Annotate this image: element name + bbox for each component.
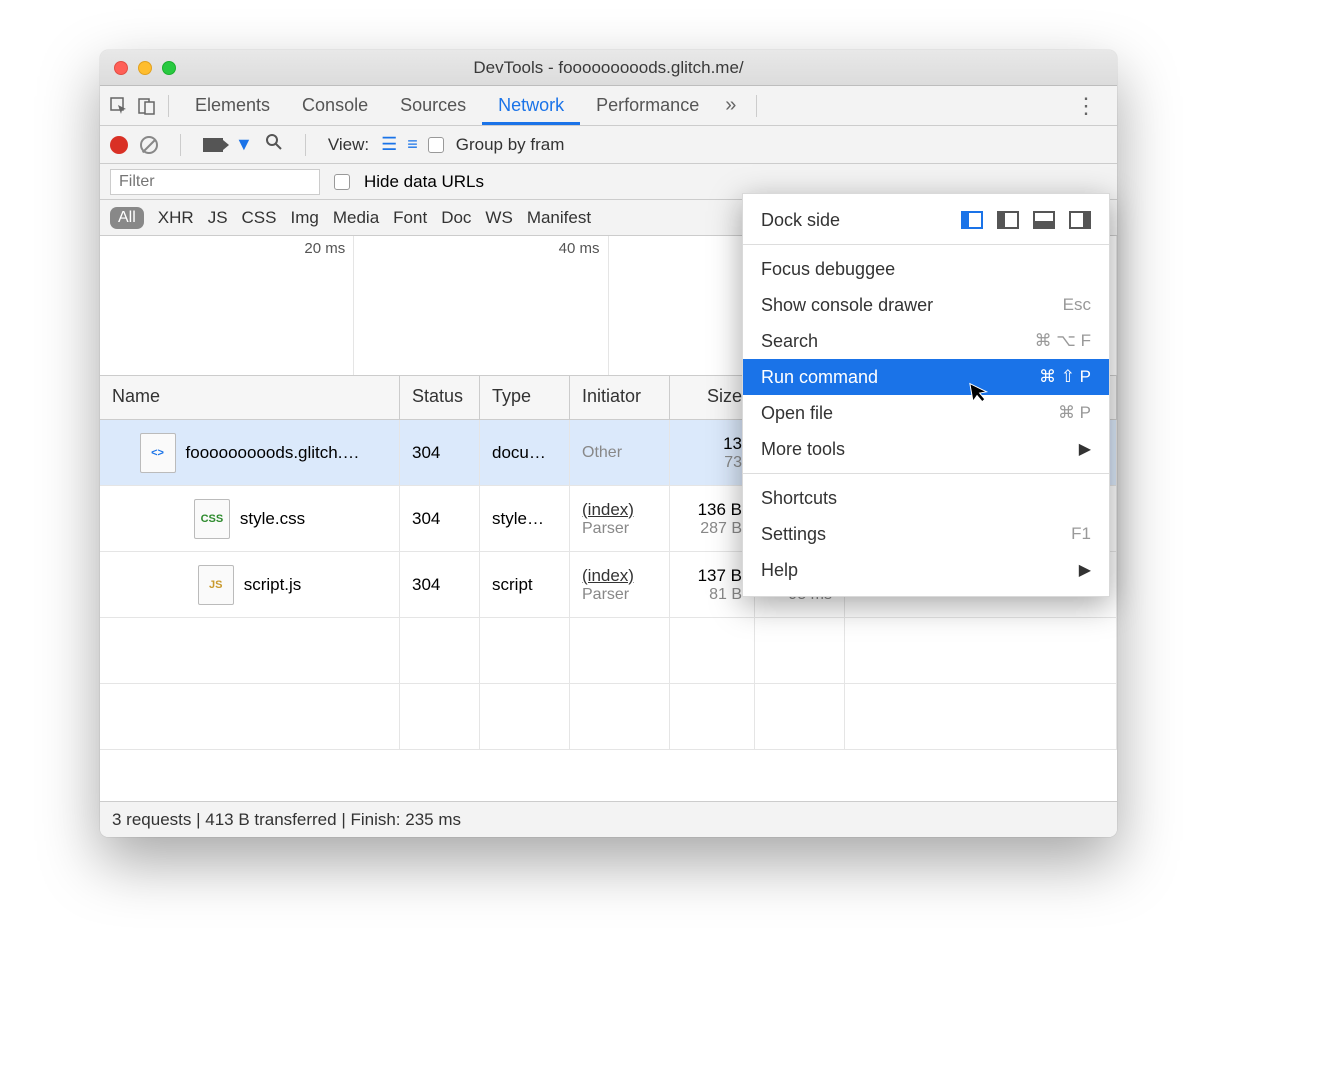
filter-css[interactable]: CSS: [242, 208, 277, 228]
hide-data-urls-checkbox[interactable]: [334, 174, 350, 190]
request-initiator-sub: Parser: [582, 586, 657, 604]
kebab-menu-button[interactable]: ⋮: [1063, 93, 1109, 119]
titlebar: DevTools - fooooooooods.glitch.me/: [100, 50, 1117, 86]
request-initiator-link[interactable]: (index): [582, 566, 657, 586]
filter-all[interactable]: All: [110, 207, 144, 229]
document-icon: <>: [140, 433, 176, 473]
separator: [180, 134, 181, 156]
group-by-frame-checkbox[interactable]: [428, 137, 444, 153]
device-toolbar-icon[interactable]: [136, 95, 158, 117]
group-by-frame-label: Group by fram: [456, 135, 565, 155]
request-type: style…: [480, 486, 570, 551]
tab-console[interactable]: Console: [286, 87, 384, 124]
request-type: script: [480, 552, 570, 617]
menu-dock-side: Dock side: [743, 202, 1109, 238]
submenu-arrow-icon: ▶: [1079, 439, 1091, 459]
screenshots-icon[interactable]: [203, 138, 223, 152]
js-icon: JS: [198, 565, 234, 605]
separator: [756, 95, 757, 117]
filter-js[interactable]: JS: [208, 208, 228, 228]
panel-tabs: Elements Console Sources Network Perform…: [100, 86, 1117, 126]
tab-performance[interactable]: Performance: [580, 87, 715, 124]
more-tabs-icon[interactable]: »: [715, 94, 746, 117]
tab-elements[interactable]: Elements: [179, 87, 286, 124]
menu-focus-debuggee[interactable]: Focus debuggee: [743, 251, 1109, 287]
col-type[interactable]: Type: [480, 376, 570, 419]
request-status: 304: [400, 486, 480, 551]
submenu-arrow-icon: ▶: [1079, 560, 1091, 580]
filter-input[interactable]: [110, 169, 320, 195]
request-status: 304: [400, 552, 480, 617]
clear-button[interactable]: [140, 136, 158, 154]
menu-shortcuts[interactable]: Shortcuts: [743, 480, 1109, 516]
large-rows-icon[interactable]: ☰: [381, 134, 395, 155]
menu-settings[interactable]: SettingsF1: [743, 516, 1109, 552]
filter-manifest[interactable]: Manifest: [527, 208, 591, 228]
table-row-empty: [100, 618, 1117, 684]
window-title: DevTools - fooooooooods.glitch.me/: [100, 58, 1117, 78]
request-name: script.js: [244, 575, 302, 595]
request-size: 137 B: [682, 566, 742, 586]
filter-icon[interactable]: ▼: [235, 134, 253, 155]
overview-icon[interactable]: ≡: [407, 134, 416, 155]
filter-ws[interactable]: WS: [485, 208, 512, 228]
request-initiator-link[interactable]: (index): [582, 500, 657, 520]
separator: [168, 95, 169, 117]
dock-side-label: Dock side: [761, 210, 840, 231]
tab-network[interactable]: Network: [482, 87, 580, 125]
request-initiator: Other: [582, 444, 657, 462]
request-name: fooooooooods.glitch.…: [186, 443, 360, 463]
col-initiator[interactable]: Initiator: [570, 376, 670, 419]
filter-xhr[interactable]: XHR: [158, 208, 194, 228]
menu-run-command[interactable]: Run command⌘ ⇧ P: [743, 359, 1109, 395]
status-bar: 3 requests | 413 B transferred | Finish:…: [100, 801, 1117, 837]
inspect-element-icon[interactable]: [108, 95, 130, 117]
dock-right-icon[interactable]: [1069, 211, 1091, 229]
search-icon[interactable]: [265, 133, 283, 156]
network-toolbar: ▼ View: ☰ ≡ Group by fram: [100, 126, 1117, 164]
menu-separator: [743, 244, 1109, 245]
request-size-sub: 73: [682, 454, 742, 472]
status-text: 3 requests | 413 B transferred | Finish:…: [112, 810, 461, 830]
request-name: style.css: [240, 509, 305, 529]
filter-doc[interactable]: Doc: [441, 208, 471, 228]
main-menu-dropdown: Dock side Focus debuggee Show console dr…: [742, 193, 1110, 597]
request-status: 304: [400, 420, 480, 485]
request-type: docu…: [480, 420, 570, 485]
request-size: 13: [682, 434, 742, 454]
filter-font[interactable]: Font: [393, 208, 427, 228]
timeline-tick: 20 ms: [100, 236, 354, 375]
separator: [305, 134, 306, 156]
menu-help[interactable]: Help▶: [743, 552, 1109, 588]
tab-sources[interactable]: Sources: [384, 87, 482, 124]
menu-separator: [743, 473, 1109, 474]
request-size: 136 B: [682, 500, 742, 520]
menu-open-file[interactable]: Open file⌘ P: [743, 395, 1109, 431]
filter-img[interactable]: Img: [291, 208, 319, 228]
menu-more-tools[interactable]: More tools▶: [743, 431, 1109, 467]
dock-bottom-icon[interactable]: [1033, 211, 1055, 229]
table-row-empty: [100, 684, 1117, 750]
css-icon: CSS: [194, 499, 230, 539]
hide-data-urls-label: Hide data URLs: [364, 172, 484, 192]
request-size-sub: 287 B: [682, 520, 742, 538]
dock-undock-icon[interactable]: [961, 211, 983, 229]
filter-media[interactable]: Media: [333, 208, 379, 228]
col-name[interactable]: Name: [100, 376, 400, 419]
timeline-tick: 40 ms: [354, 236, 608, 375]
request-initiator-sub: Parser: [582, 520, 657, 538]
dock-left-icon[interactable]: [997, 211, 1019, 229]
record-button[interactable]: [110, 136, 128, 154]
view-label: View:: [328, 135, 369, 155]
menu-show-console-drawer[interactable]: Show console drawerEsc: [743, 287, 1109, 323]
col-status[interactable]: Status: [400, 376, 480, 419]
menu-search[interactable]: Search⌘ ⌥ F: [743, 323, 1109, 359]
request-size-sub: 81 B: [682, 586, 742, 604]
